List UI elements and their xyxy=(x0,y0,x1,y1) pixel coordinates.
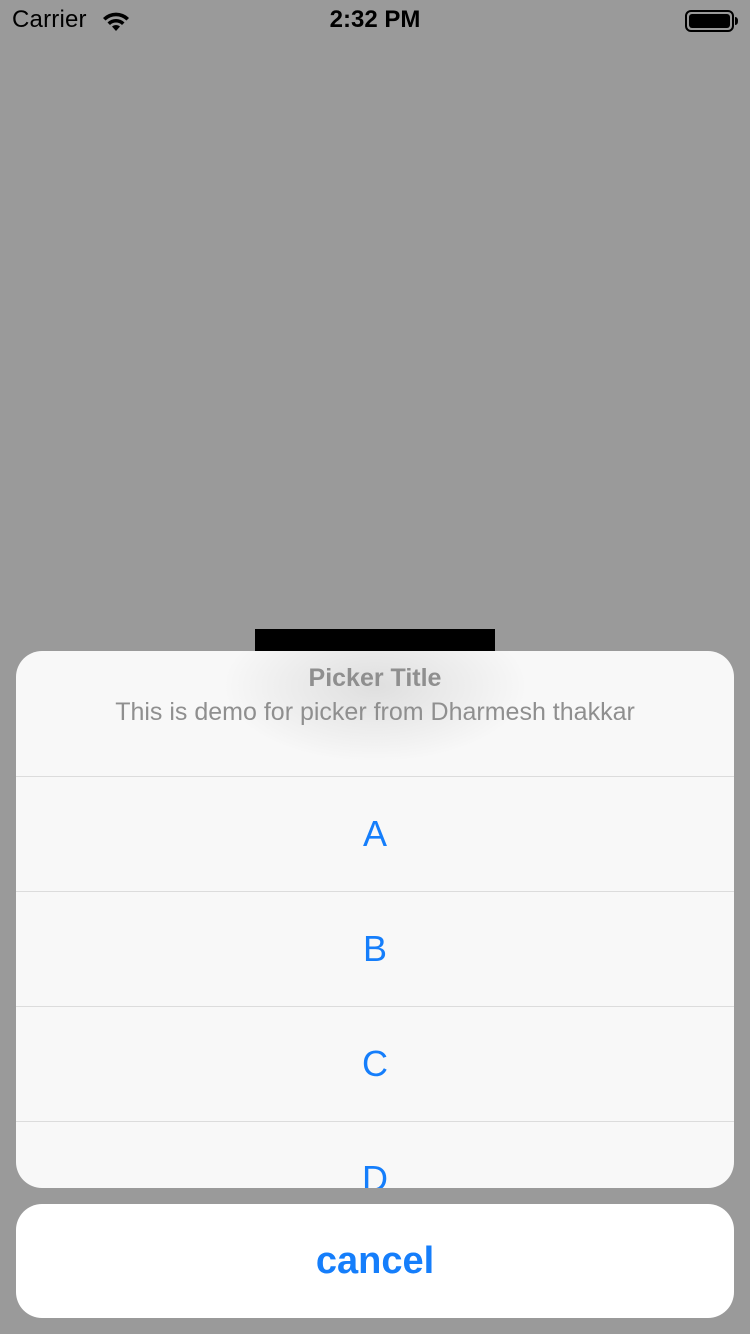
picker-option-c[interactable]: C xyxy=(16,1007,734,1122)
status-bar: Carrier 2:32 PM xyxy=(0,0,750,40)
picker-message: This is demo for picker from Dharmesh th… xyxy=(115,698,635,726)
status-time: 2:32 PM xyxy=(329,6,421,33)
picker-header: Picker Title This is demo for picker fro… xyxy=(16,651,734,777)
picker-option-b[interactable]: B xyxy=(16,892,734,1007)
picker-option-a[interactable]: A xyxy=(16,777,734,892)
picker-sheet: Picker Title This is demo for picker fro… xyxy=(16,651,734,1188)
picker-title: Picker Title xyxy=(308,664,442,692)
battery-icon xyxy=(685,10,738,32)
picker-option-d[interactable]: D xyxy=(16,1122,734,1188)
cancel-button[interactable]: cancel xyxy=(16,1204,734,1318)
screen: Carrier 2:32 PM Picker Title This is dem… xyxy=(0,0,750,1334)
